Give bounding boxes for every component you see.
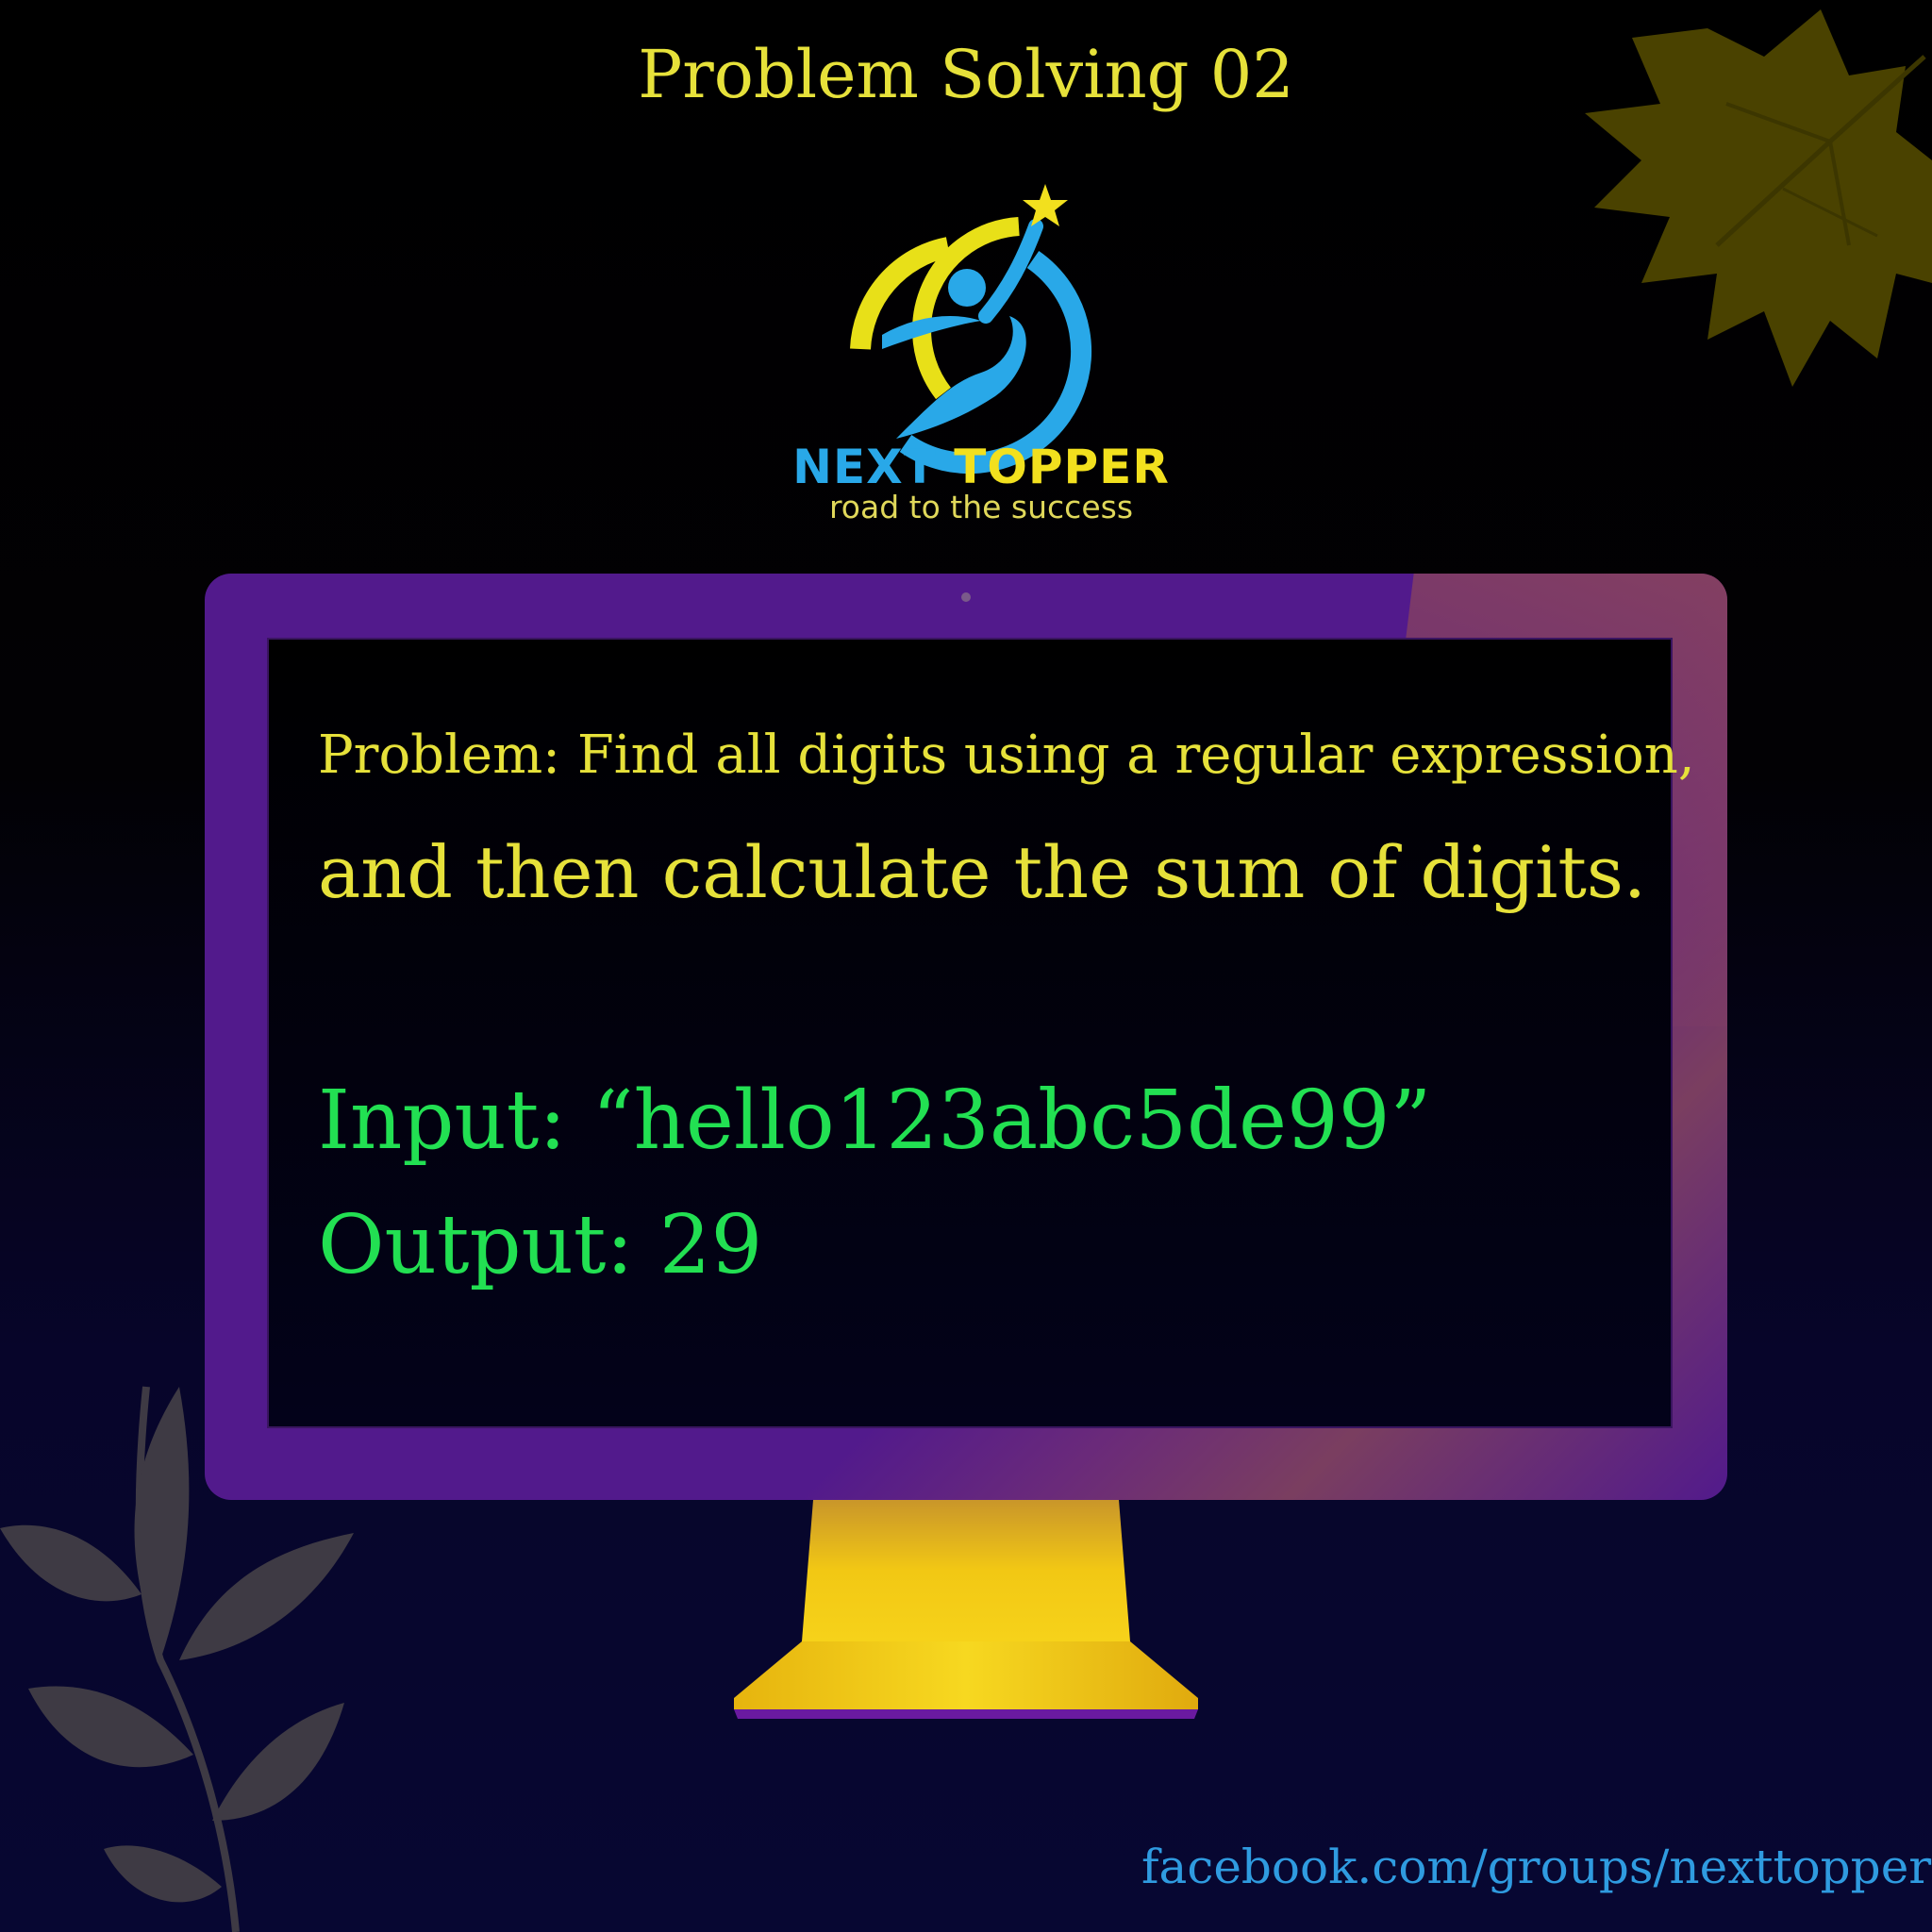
- brand-name: NEXT TOPPER: [792, 440, 1170, 494]
- problem-statement-line2: and then calculate the sum of digits.: [318, 830, 1647, 914]
- example-output: Output: 29: [318, 1198, 763, 1292]
- brand-tagline: road to the success: [828, 489, 1134, 525]
- page-title: Problem Solving 02: [638, 36, 1294, 113]
- camera-dot: [961, 592, 971, 602]
- problem-statement-line1: Problem: Find all digits using a regular…: [318, 724, 1695, 786]
- monitor-stand: [734, 1500, 1198, 1719]
- brand-word-next: NEXT: [792, 440, 937, 494]
- facebook-group-link[interactable]: facebook.com/groups/nexttopper: [1141, 1840, 1931, 1894]
- example-input: Input: “hello123abc5de99”: [318, 1074, 1432, 1168]
- brand-word-topper: TOPPER: [954, 440, 1170, 494]
